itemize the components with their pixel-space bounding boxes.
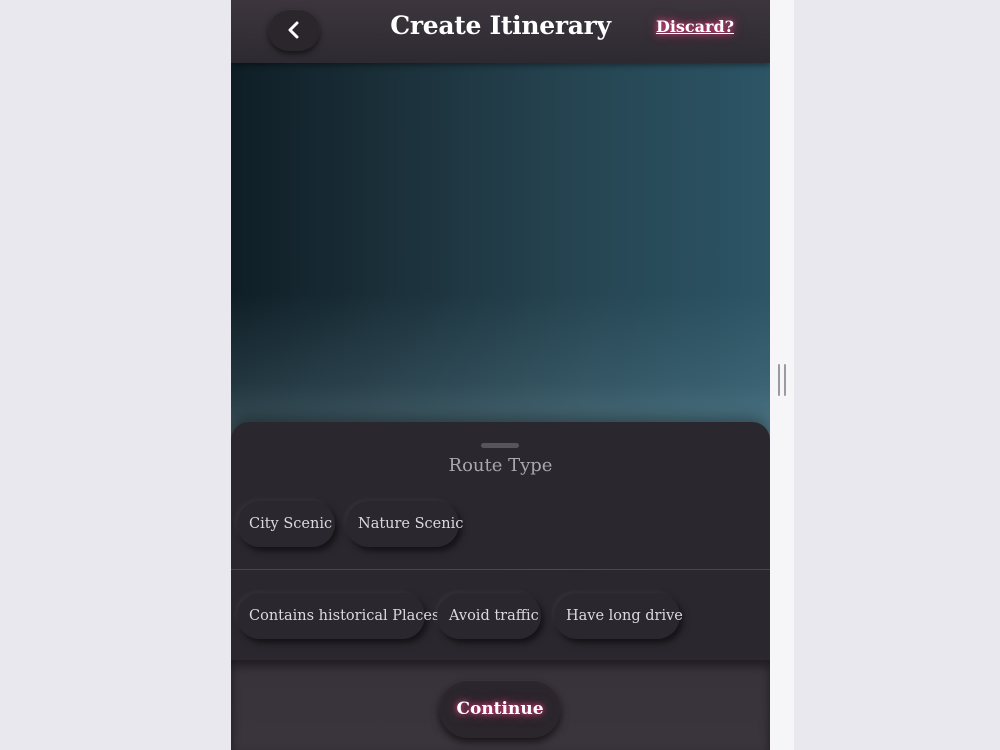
resize-grip-line <box>784 364 786 396</box>
chip-long-drive[interactable]: Have long drive <box>554 593 683 639</box>
continue-button[interactable]: Continue <box>439 680 561 738</box>
chip-historical-places[interactable]: Contains historical Places <box>237 593 439 639</box>
chip-avoid-traffic[interactable]: Avoid traffic <box>437 593 541 639</box>
chevron-left-icon <box>288 21 299 39</box>
discard-link[interactable]: Discard? <box>656 17 734 36</box>
chip-nature-scenic[interactable]: Nature Scenic <box>346 501 463 547</box>
section-divider <box>231 569 770 570</box>
resize-handle[interactable] <box>778 364 786 396</box>
section-title-route-type: Route Type <box>448 455 553 476</box>
app-window: Create Itinerary Discard? Route Type Cit… <box>231 0 770 750</box>
map-view[interactable] <box>231 63 770 443</box>
footer-bar: Continue <box>231 660 770 750</box>
bottom-sheet: Route Type City Scenic Nature Scenic Con… <box>231 422 770 660</box>
sheet-drag-handle[interactable] <box>481 443 519 448</box>
chip-city-scenic[interactable]: City Scenic <box>237 501 335 547</box>
screen: Create Itinerary Discard? Route Type Cit… <box>0 0 1000 750</box>
resize-grip-line <box>778 364 780 396</box>
back-button[interactable] <box>268 9 320 51</box>
app-header: Create Itinerary Discard? <box>231 0 770 63</box>
